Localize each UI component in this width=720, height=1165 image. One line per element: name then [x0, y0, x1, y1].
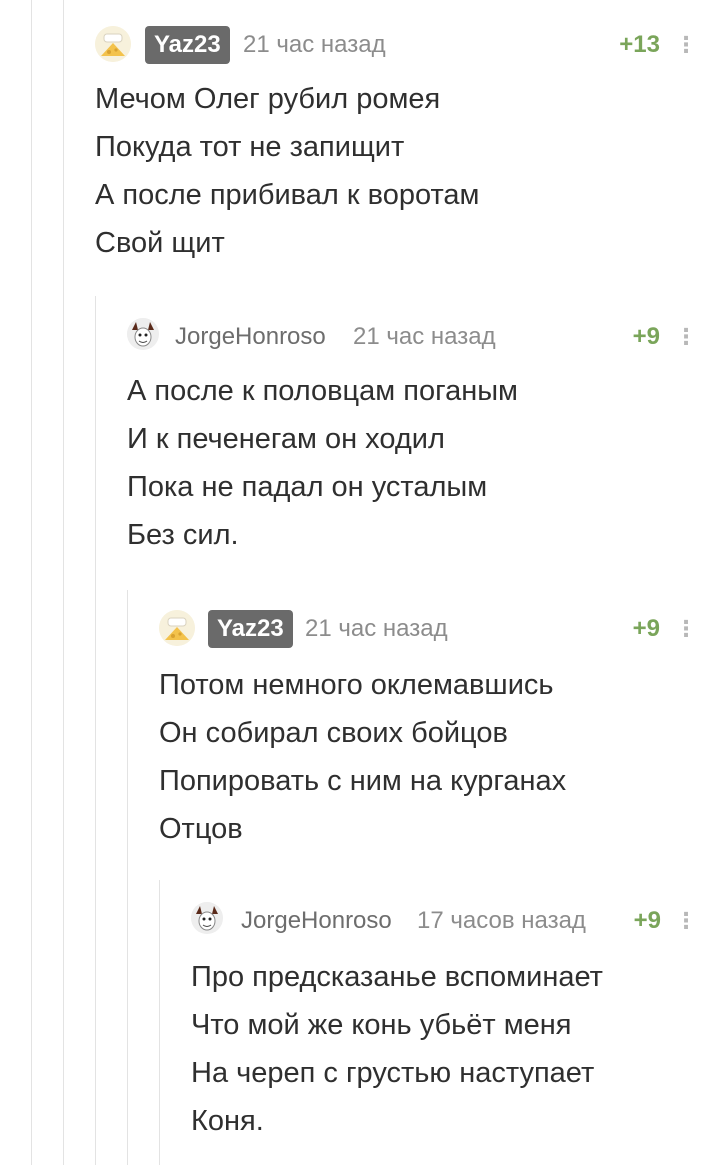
comment-body: Потом немного оклемавшись Он собирал сво… — [159, 661, 566, 853]
more-icon[interactable]: ⋮ — [675, 318, 697, 356]
thread-line — [127, 590, 128, 1165]
more-icon[interactable]: ⋮ — [675, 26, 697, 64]
username[interactable]: JorgeHonroso — [241, 902, 392, 940]
comment-line: Коня. — [191, 1105, 264, 1137]
face-avatar-icon — [191, 902, 223, 934]
more-icon[interactable]: ⋮ — [675, 902, 697, 940]
comment-line: Покуда тот не запищит — [95, 131, 405, 163]
comment-header: JorgeHonroso 17 часов назад +9 ⋮ — [191, 896, 697, 936]
more-icon[interactable]: ⋮ — [675, 610, 697, 648]
comment-line: Он собирал своих бойцов — [159, 717, 508, 749]
cheese-avatar-icon — [95, 26, 131, 62]
username-badge[interactable]: Yaz23 — [208, 610, 293, 648]
face-avatar-icon — [127, 318, 159, 350]
comment-line: Свой щит — [95, 227, 225, 259]
avatar[interactable] — [127, 318, 159, 350]
rating: +13 — [619, 31, 660, 58]
comment-line: А после прибивал к воротам — [95, 179, 480, 211]
thread-line — [63, 0, 64, 1165]
rating: +9 — [632, 323, 660, 350]
comment-header: Yaz23 21 час назад +9 ⋮ — [159, 604, 697, 648]
comment-line: Без сил. — [127, 519, 239, 551]
comment: Yaz23 21 час назад +13 ⋮ Мечом Олег руби… — [95, 20, 697, 270]
comment-line: И к печенегам он ходил — [127, 423, 445, 455]
rating: +9 — [632, 615, 660, 642]
comment-line: Отцов — [159, 813, 243, 845]
comment-line: На череп с грустью наступает — [191, 1057, 595, 1089]
comment-line: Пока не падал он усталым — [127, 471, 488, 503]
comment-line: Мечом Олег рубил ромея — [95, 83, 441, 115]
comment-line: Потом немного оклемавшись — [159, 669, 554, 701]
comment-body: Про предсказанье вспоминает Что мой же к… — [191, 953, 603, 1145]
comment: JorgeHonroso 17 часов назад +9 ⋮ Про пре… — [191, 896, 697, 1146]
comment-header: Yaz23 21 час назад +13 ⋮ — [95, 20, 697, 64]
timestamp[interactable]: 21 час назад — [243, 26, 386, 64]
comment: JorgeHonroso 21 час назад +9 ⋮ А после к… — [127, 312, 697, 562]
comment-body: А после к половцам поганым И к печенегам… — [127, 367, 518, 559]
cheese-avatar-icon — [159, 610, 195, 646]
comment-line: Что мой же конь убьёт меня — [191, 1009, 572, 1041]
rating: +9 — [633, 907, 661, 934]
username[interactable]: JorgeHonroso — [175, 318, 326, 356]
timestamp[interactable]: 17 часов назад — [417, 902, 586, 940]
thread-line — [31, 0, 32, 1165]
comment: Yaz23 21 час назад +9 ⋮ Потом немного ок… — [159, 604, 697, 854]
avatar[interactable] — [159, 610, 195, 646]
thread-line — [95, 296, 96, 1165]
thread-line — [159, 880, 160, 1165]
comment-line: Попировать с ним на курганах — [159, 765, 567, 797]
comment-line: А после к половцам поганым — [127, 375, 518, 407]
comment-line: Про предсказанье вспоминает — [191, 961, 603, 993]
avatar[interactable] — [191, 902, 223, 934]
timestamp[interactable]: 21 час назад — [353, 318, 496, 356]
avatar[interactable] — [95, 26, 131, 62]
timestamp[interactable]: 21 час назад — [305, 610, 448, 648]
comment-header: JorgeHonroso 21 час назад +9 ⋮ — [127, 312, 697, 352]
username-badge[interactable]: Yaz23 — [145, 26, 230, 64]
comment-body: Мечом Олег рубил ромея Покуда тот не зап… — [95, 75, 479, 267]
